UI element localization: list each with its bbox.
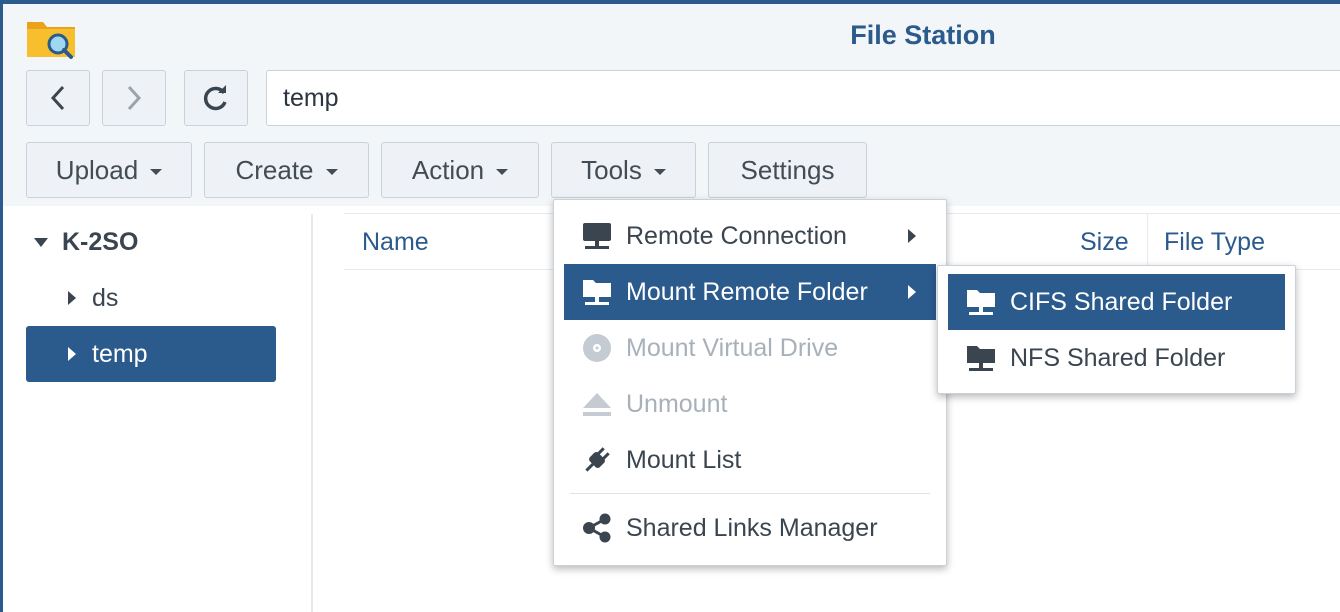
plug-icon [580,443,614,477]
forward-button[interactable] [102,70,166,126]
menu-item-mount-remote-folder[interactable]: Mount Remote Folder [564,264,936,320]
expand-right-icon[interactable] [68,291,76,305]
menu-item-mount-virtual-drive[interactable]: Mount Virtual Drive [564,320,936,376]
menu-item-label: Mount Virtual Drive [626,333,839,362]
menu-item-nfs-shared-folder[interactable]: NFS Shared Folder [948,330,1285,386]
tree-item-label: temp [92,339,148,368]
action-label: Action [411,154,485,185]
upload-button[interactable]: Upload [26,142,192,198]
tree-item-label: ds [92,283,119,312]
menu-item-label: Mount Remote Folder [626,277,868,306]
menu-item-label: Shared Links Manager [626,513,878,542]
caret-down-icon [150,169,163,175]
network-folder-icon [964,285,998,319]
tools-menu: Remote Connection Mount Remote Folder Mo… [553,199,947,566]
menu-item-label: NFS Shared Folder [1010,343,1226,372]
title-bar: File Station [3,4,1340,70]
menu-item-mount-list[interactable]: Mount List [564,432,936,488]
menu-item-label: Mount List [626,445,742,474]
settings-label: Settings [740,154,835,185]
back-button[interactable] [26,70,90,126]
network-computer-icon [580,219,614,253]
eject-icon [580,387,614,421]
caret-down-icon [325,169,338,175]
tree-root-k2so[interactable]: K-2SO [34,228,138,257]
column-header-file-type[interactable]: File Type [1164,214,1265,270]
menu-item-label: CIFS Shared Folder [1010,287,1233,316]
create-label: Create [235,154,314,185]
menu-item-remote-connection[interactable]: Remote Connection [564,208,936,264]
chevron-left-icon [50,85,65,111]
tools-button[interactable]: Tools [551,142,696,198]
disc-icon [580,331,614,365]
column-header-name[interactable]: Name [362,214,429,270]
share-icon [580,511,614,545]
create-button[interactable]: Create [204,142,369,198]
menu-item-cifs-shared-folder[interactable]: CIFS Shared Folder [948,274,1285,330]
network-folder-icon [580,275,614,309]
window-title: File Station [850,20,996,50]
mount-remote-folder-submenu: CIFS Shared Folder NFS Shared Folder [937,265,1296,394]
refresh-button[interactable] [184,70,248,126]
menu-item-label: Unmount [626,389,728,418]
tree-item-ds[interactable]: ds [68,270,118,326]
expand-right-icon[interactable] [68,347,76,361]
submenu-arrow-icon [908,229,916,243]
tools-label: Tools [581,154,642,185]
caret-down-icon [653,169,666,175]
network-folder-icon [964,341,998,375]
tree-item-temp[interactable]: temp [26,326,276,382]
folder-tree [3,206,311,612]
action-button[interactable]: Action [381,142,539,198]
caret-down-icon [496,169,509,175]
expand-down-icon[interactable] [34,238,48,247]
column-header-size[interactable]: Size [1080,214,1129,270]
menu-item-label: Remote Connection [626,221,847,250]
menu-item-unmount[interactable]: Unmount [564,376,936,432]
submenu-arrow-icon [908,285,916,299]
refresh-icon [203,85,227,111]
tree-root-label: K-2SO [62,228,139,256]
path-input[interactable]: temp [266,70,1340,126]
chevron-right-icon [127,85,142,111]
column-divider[interactable] [1147,214,1148,269]
menu-item-shared-links-manager[interactable]: Shared Links Manager [564,500,936,556]
upload-label: Upload [55,154,139,185]
file-station-app-icon [25,14,79,62]
settings-button[interactable]: Settings [708,142,867,198]
menu-separator [570,493,930,494]
